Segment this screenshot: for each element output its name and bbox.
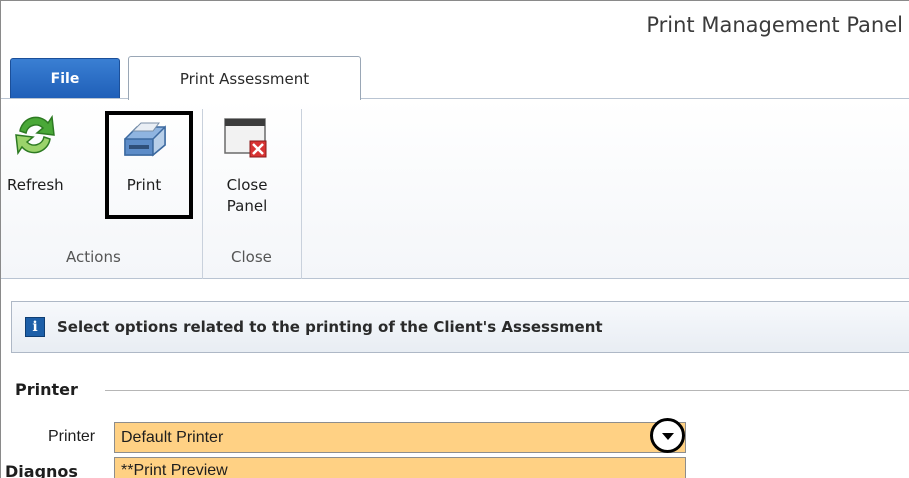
group-label-actions: Actions xyxy=(66,248,121,266)
printer-option[interactable]: **Print Preview xyxy=(121,462,228,478)
group-label-close: Close xyxy=(231,248,272,266)
ribbon-group-separator xyxy=(202,109,203,279)
print-highlight-box xyxy=(105,111,193,219)
close-panel-button[interactable]: Close Panel xyxy=(217,109,277,217)
close-panel-icon xyxy=(222,109,272,161)
window-title: Print Management Panel xyxy=(646,13,903,37)
info-icon: i xyxy=(25,317,45,337)
printer-select[interactable]: Default Printer xyxy=(114,422,686,453)
printer-section-title: Printer xyxy=(15,380,78,399)
printer-dropdown-list: **Print Preview xyxy=(114,457,686,478)
tab-print-assessment[interactable]: Print Assessment xyxy=(128,56,361,100)
diagnoses-section-title: Diagnos xyxy=(5,462,78,478)
info-bar-text: Select options related to the printing o… xyxy=(57,318,603,336)
close-panel-label: Close Panel xyxy=(226,176,268,215)
info-bar: i Select options related to the printing… xyxy=(11,301,909,353)
ribbon-group-separator xyxy=(301,109,302,279)
refresh-button[interactable]: Refresh xyxy=(7,109,64,196)
section-divider xyxy=(105,390,909,391)
chevron-down-icon xyxy=(661,433,674,440)
tab-file[interactable]: File xyxy=(10,58,120,98)
dropdown-toggle[interactable] xyxy=(650,418,685,453)
print-management-window: Print Management Panel File Print Assess… xyxy=(0,0,909,478)
printer-select-value: Default Printer xyxy=(121,428,224,446)
printer-field-label: Printer xyxy=(48,428,96,445)
refresh-label: Refresh xyxy=(7,176,64,194)
refresh-icon xyxy=(10,109,60,161)
